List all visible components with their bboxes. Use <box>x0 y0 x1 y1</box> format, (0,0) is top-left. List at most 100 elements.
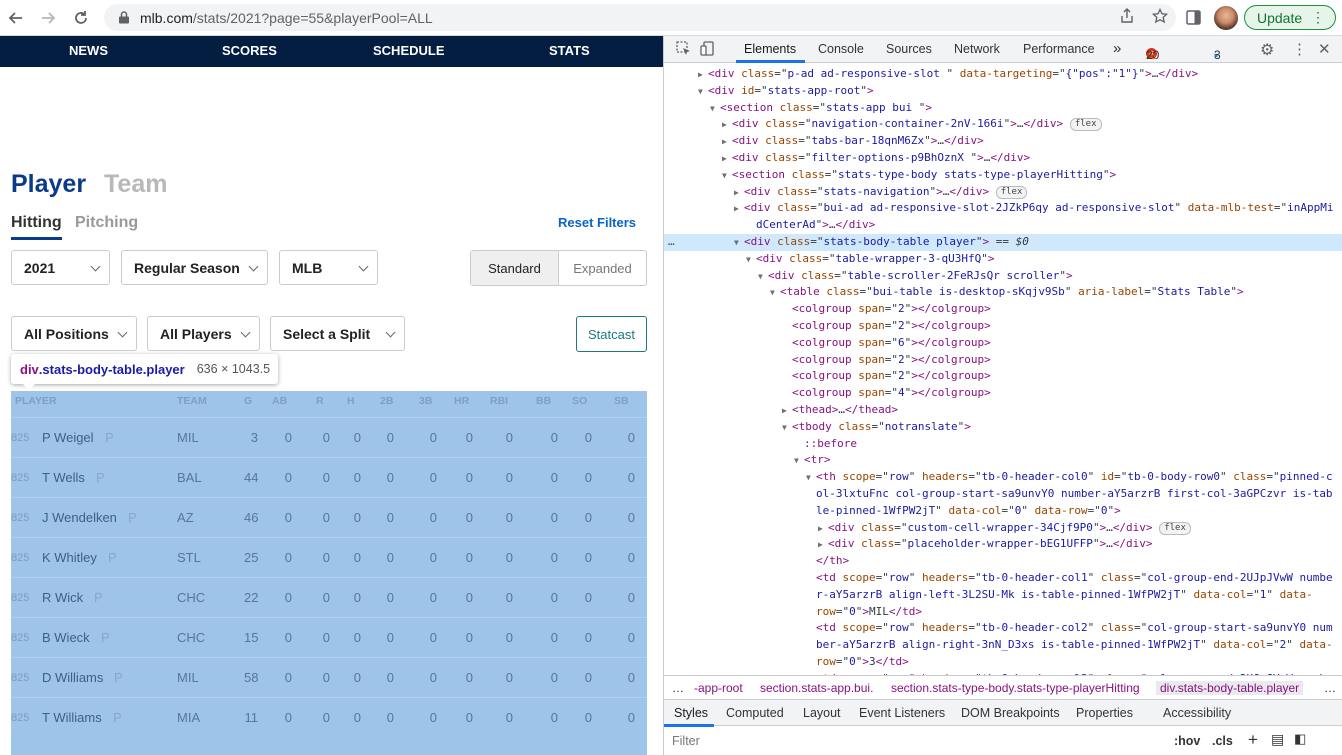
player-team[interactable]: STL <box>177 550 201 565</box>
player-name-link[interactable]: P Weigel <box>42 430 94 445</box>
dom-node-line[interactable]: ▶ <div class="custom-cell-wrapper-34Cjf9P… <box>664 520 1342 537</box>
expanded-arrow-icon[interactable]: ▼ <box>710 101 715 118</box>
breadcrumb-app-root[interactable]: -app-root <box>694 681 743 695</box>
reset-filters-link[interactable]: Reset Filters <box>558 215 636 230</box>
dom-node-line[interactable]: </th> <box>664 553 1342 570</box>
table-row[interactable]: 825 T Wells P BAL 44 0 0 0 0 0 0 0 0 0 0 <box>11 457 647 497</box>
expanded-arrow-icon[interactable]: ▼ <box>758 269 763 286</box>
collapsed-arrow-icon[interactable]: ▶ <box>698 67 703 84</box>
col-3b[interactable]: 3B <box>419 395 432 407</box>
league-select[interactable]: MLB <box>279 250 378 285</box>
dom-node-line[interactable]: <colgroup span="2"></colgroup> <box>664 301 1342 318</box>
table-row[interactable]: 825 K Whitley P STL 25 0 0 0 0 0 0 0 0 0 0 <box>11 537 647 577</box>
dom-node-line[interactable]: dCenterAd">…</div> <box>664 217 1342 234</box>
expanded-arrow-icon[interactable]: ▼ <box>782 420 787 437</box>
tab-dom-breakpoints[interactable]: DOM Breakpoints <box>961 706 1060 720</box>
add-rule-icon[interactable]: + <box>1248 730 1258 750</box>
expanded-arrow-icon[interactable]: ▼ <box>806 470 811 487</box>
col-team[interactable]: TEAM <box>177 395 207 407</box>
expanded-arrow-icon[interactable]: ▼ <box>722 168 727 185</box>
team-heading-tab[interactable]: Team <box>104 170 167 199</box>
tab-computed[interactable]: Computed <box>726 706 784 720</box>
tab-performance[interactable]: Performance <box>1023 42 1095 56</box>
forward-icon[interactable] <box>36 6 60 30</box>
settings-gear-icon[interactable]: ⚙ <box>1260 40 1274 60</box>
collapsed-arrow-icon[interactable]: ▶ <box>722 151 727 168</box>
player-name-link[interactable]: K Whitley <box>42 550 97 565</box>
selected-dom-node[interactable]: ▼ <div class="stats-body-table player"> =… <box>664 234 1342 251</box>
player-team[interactable]: BAL <box>177 470 202 485</box>
tab-pitching[interactable]: Pitching <box>75 214 138 232</box>
expanded-arrow-icon[interactable]: ▼ <box>770 285 775 302</box>
dom-node-line[interactable]: ▼ <tr> <box>664 452 1342 469</box>
positions-select[interactable]: All Positions <box>11 316 137 351</box>
dom-node-line[interactable]: <colgroup span="2"></colgroup> <box>664 368 1342 385</box>
close-devtools-icon[interactable]: ✕ <box>1318 40 1331 58</box>
node-menu-icon[interactable]: … <box>668 234 675 251</box>
dom-node-line[interactable]: ▶ <div class="bui-ad ad-responsive-slot-2… <box>664 200 1342 217</box>
dom-node-line[interactable]: ▶ <div class="tabs-bar-18qnM6Zx">…</div> <box>664 133 1342 150</box>
dom-node-line[interactable]: ber-aY5arzrB align-right-3nN_D3xs is-tab… <box>664 637 1342 654</box>
collapsed-arrow-icon[interactable]: ▶ <box>734 185 739 202</box>
breadcrumb-stats-app[interactable]: section.stats-app.bui. <box>760 681 873 695</box>
dom-node-line[interactable]: le-pinned-1WfPW2jT" data-col="0" data-ro… <box>664 503 1342 520</box>
paint-icon[interactable]: ▤ <box>1271 731 1284 748</box>
dom-node-line[interactable]: ol-3lxtuFnc col-group-start-sa9unvY0 num… <box>664 486 1342 503</box>
cls-toggle[interactable]: .cls <box>1212 734 1233 748</box>
dom-node-line[interactable]: ::before <box>664 436 1342 453</box>
expanded-arrow-icon[interactable]: ▼ <box>746 252 751 269</box>
player-team[interactable]: CHC <box>177 590 205 605</box>
dom-node-line[interactable]: ▼ <section class="stats-app bui "> <box>664 100 1342 117</box>
collapsed-arrow-icon[interactable]: ▶ <box>734 201 739 218</box>
update-button[interactable]: Update ⋮ <box>1244 5 1336 30</box>
expanded-view-button[interactable]: Expanded <box>559 251 646 285</box>
player-name-link[interactable]: D Williams <box>42 670 103 685</box>
season-type-select[interactable]: Regular Season <box>121 250 268 285</box>
tab-properties[interactable]: Properties <box>1076 706 1133 720</box>
back-icon[interactable] <box>4 6 28 30</box>
dom-node-line[interactable]: ▶ <thead>…</thead> <box>664 402 1342 419</box>
dom-node-line[interactable]: <td scope="row" headers="tb-0-header-col… <box>664 620 1342 637</box>
nav-schedule[interactable]: SCHEDULE <box>373 43 445 58</box>
table-row[interactable]: 825 J Wendelken P AZ 46 0 0 0 0 0 0 0 0 0 0 <box>11 497 647 537</box>
collapsed-arrow-icon[interactable]: ▶ <box>818 537 823 554</box>
standard-view-button[interactable]: Standard <box>471 251 559 285</box>
collapsed-arrow-icon[interactable]: ▶ <box>722 134 727 151</box>
table-row[interactable]: 825 R Wick P CHC 22 0 0 0 0 0 0 0 0 0 0 <box>11 577 647 617</box>
table-row[interactable]: 825 D Williams P MIL 58 0 0 0 0 0 0 0 0 0 0 <box>11 657 647 697</box>
dom-node-line[interactable]: r-aY5arzrB align-left-3L2SU-Mk is-table-… <box>664 587 1342 604</box>
dom-node-line[interactable]: row="0">MIL</td> <box>664 604 1342 621</box>
device-toolbar-icon[interactable] <box>700 41 715 59</box>
breadcrumb-more[interactable]: … <box>1324 681 1336 695</box>
breadcrumb-stats-type-body[interactable]: section.stats-type-body.stats-type-playe… <box>891 681 1140 695</box>
player-name-link[interactable]: B Wieck <box>42 630 90 645</box>
address-bar[interactable]: mlb.com/stats/2021?page=55&playerPool=AL… <box>104 4 1176 31</box>
col-sb[interactable]: SB <box>614 395 629 407</box>
players-select[interactable]: All Players <box>147 316 260 351</box>
table-row[interactable]: 825 P Weigel P MIL 3 0 0 0 0 0 0 0 0 0 0 <box>11 417 647 457</box>
nav-scores[interactable]: SCORES <box>222 43 277 58</box>
dom-node-line[interactable]: ▶ <div class="stats-navigation">…</div> f… <box>664 184 1342 201</box>
styles-filter-input[interactable]: Filter <box>672 734 700 748</box>
col-so[interactable]: SO <box>572 395 587 407</box>
expanded-arrow-icon[interactable]: ▼ <box>698 84 703 101</box>
dom-node-line[interactable]: row="0">3</td> <box>664 654 1342 671</box>
col-h[interactable]: H <box>347 395 355 407</box>
col-2b[interactable]: 2B <box>380 395 393 407</box>
dom-node-line[interactable]: <colgroup span="2"></colgroup> <box>664 352 1342 369</box>
share-icon[interactable] <box>1120 8 1134 27</box>
player-team[interactable]: AZ <box>177 510 194 525</box>
player-team[interactable]: CHC <box>177 630 205 645</box>
tab-network[interactable]: Network <box>954 42 1000 56</box>
dom-node-line[interactable]: ▶ <div class="p-ad ad-responsive-slot " d… <box>664 66 1342 83</box>
reload-icon[interactable] <box>69 6 93 30</box>
col-hr[interactable]: HR <box>454 395 469 407</box>
dom-node-line[interactable]: <colgroup span="2"></colgroup> <box>664 318 1342 335</box>
expanded-arrow-icon[interactable]: ▼ <box>734 235 739 252</box>
breadcrumb-stats-body-table[interactable]: div.stats-body-table.player <box>1156 681 1304 695</box>
tab-layout[interactable]: Layout <box>803 706 841 720</box>
tab-event-listeners[interactable]: Event Listeners <box>859 706 945 720</box>
player-name-link[interactable]: J Wendelken <box>42 510 117 525</box>
dom-node-line[interactable]: ▼ <div class="table-wrapper-3-qU3HfQ"> <box>664 251 1342 268</box>
dom-node-line[interactable]: ▶ <div class="navigation-container-2nV-16… <box>664 116 1342 133</box>
